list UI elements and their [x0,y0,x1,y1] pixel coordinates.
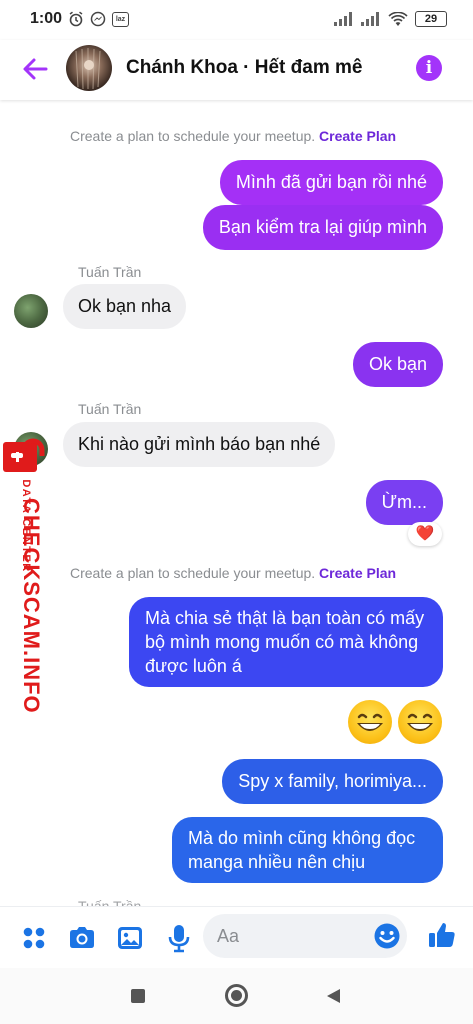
contact-avatar[interactable] [66,45,112,91]
sender-name: Tuấn Trần [78,264,142,280]
mic-icon[interactable] [164,923,194,953]
signal-2-icon [361,12,379,26]
status-time: 1:00 [30,10,63,27]
message-bubble-outgoing[interactable]: Mà chia sẻ thật là bạn toàn có mấy bộ mì… [129,597,443,687]
alarm-icon [69,11,83,27]
conversation-header: Chánh Khoa · Hết đam mê i [0,40,473,100]
messenger-notification-icon [90,11,106,27]
gallery-icon[interactable] [115,923,145,953]
create-plan-link[interactable]: Create Plan [319,128,396,144]
heart-icon[interactable]: ❤️ [408,522,442,546]
camera-icon[interactable] [67,923,97,953]
watermark-lock-icon [2,436,48,474]
sender-name: Tuấn Trần [78,401,142,417]
grinning-emoji-icon [398,700,442,744]
system-note: Create a plan to schedule your meetup. C… [70,565,396,581]
system-note-text: Create a plan to schedule your meetup. [70,565,316,581]
system-note-text: Create a plan to schedule your meetup. [70,128,316,144]
contact-name[interactable]: Chánh Khoa · Hết đam mê [126,57,362,79]
message-bubble-outgoing[interactable]: Spy x family, horimiya... [222,759,443,804]
message-bubble-incoming[interactable]: Ok bạn nha [63,284,187,329]
info-icon[interactable]: i [416,55,442,81]
message-bubble-outgoing[interactable]: Mà do mình cũng không đọc manga nhiều nê… [172,817,443,883]
watermark-brand: CHECKSCAM.INFO [19,498,44,714]
status-notifications: laz [68,11,129,27]
back-arrow-icon[interactable] [18,54,52,84]
message-bubble-outgoing[interactable]: Ừm... [365,480,443,525]
recents-button[interactable] [131,989,145,1003]
battery-indicator: 29 [415,11,447,27]
signal-icon [334,12,352,26]
status-bar: 1:00 laz 29 [0,0,473,40]
create-plan-link[interactable]: Create Plan [319,565,396,581]
emoji-message[interactable] [348,700,444,746]
message-bubble-incoming[interactable]: Khi nào gửi mình báo bạn nhé [63,422,336,467]
lazada-notification-icon: laz [112,11,129,27]
home-button[interactable] [225,984,248,1007]
sender-name: Tuấn Trần [78,898,142,906]
system-note: Create a plan to schedule your meetup. C… [70,128,396,144]
emoji-icon[interactable] [372,921,402,951]
status-system-icons: 29 [334,11,447,27]
sender-avatar[interactable] [14,294,48,328]
back-nav-icon[interactable] [324,987,342,1005]
grinning-emoji-icon [348,700,392,744]
system-nav-bar [0,968,473,1024]
apps-icon[interactable] [19,923,49,953]
like-icon[interactable] [427,920,457,950]
message-bubble-outgoing[interactable]: Ok bạn [352,342,443,387]
wifi-icon [388,11,408,26]
message-bubble-outgoing[interactable]: Mình đã gửi bạn rồi nhé [219,160,443,205]
message-bubble-outgoing[interactable]: Bạn kiểm tra lại giúp mình [202,205,443,250]
